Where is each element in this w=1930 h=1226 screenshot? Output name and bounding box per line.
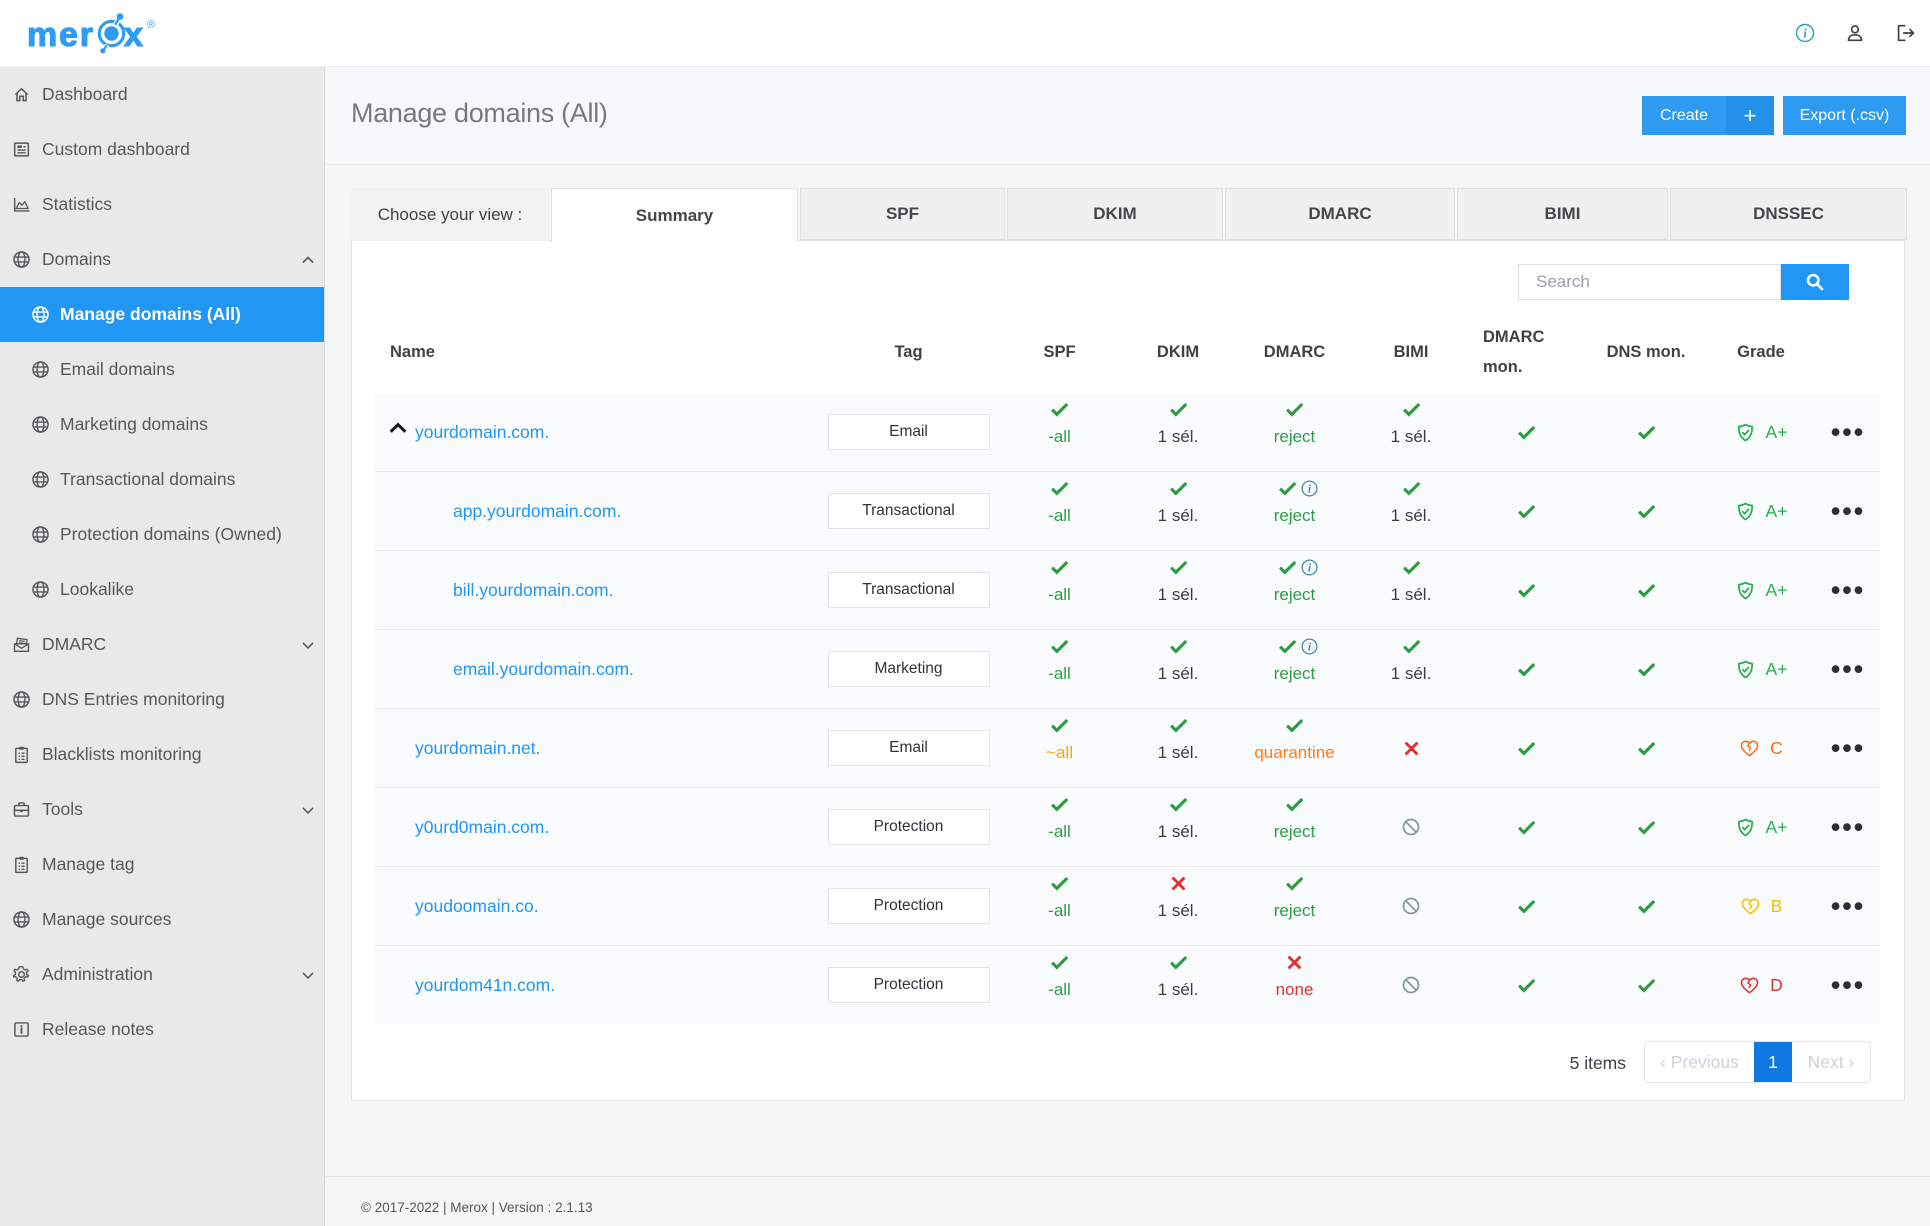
svg-text:mer: mer xyxy=(27,16,95,54)
svg-text:x: x xyxy=(124,16,143,54)
svg-text:®: ® xyxy=(147,19,155,31)
